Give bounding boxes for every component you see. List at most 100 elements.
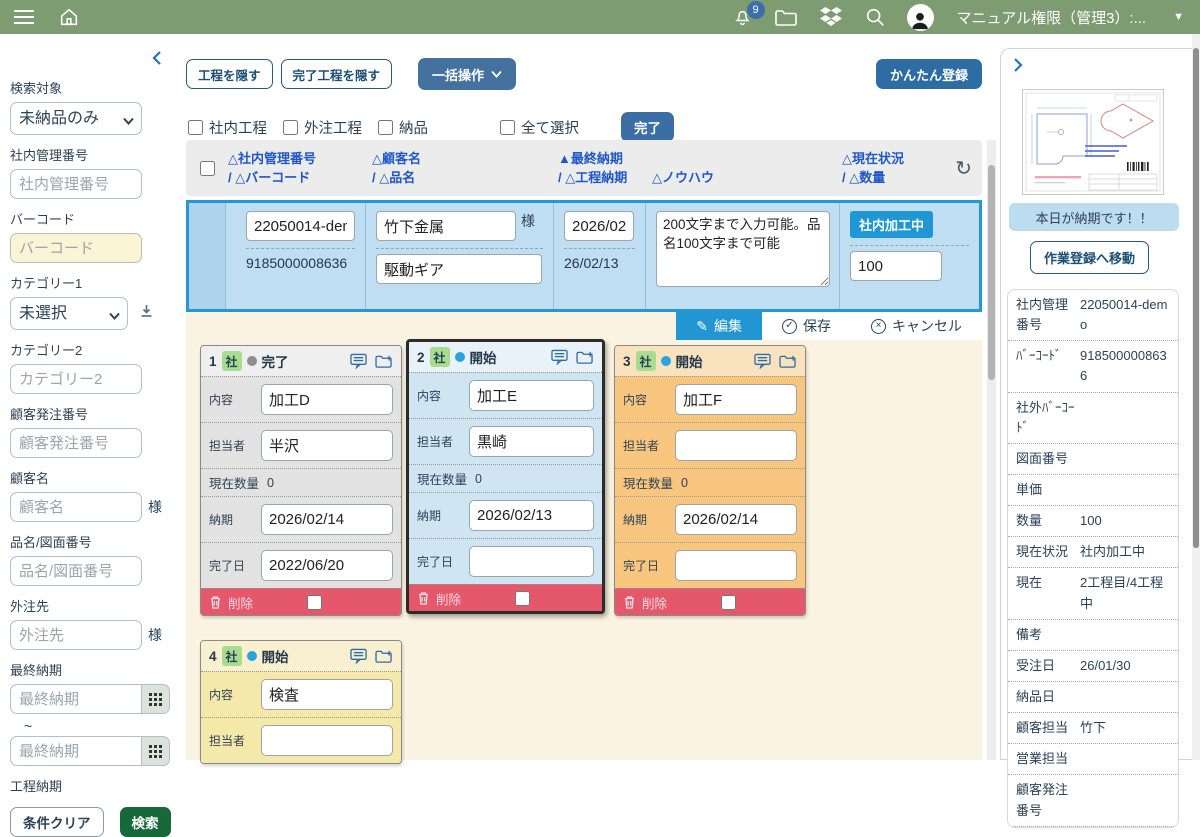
- barcode-input[interactable]: [10, 233, 142, 263]
- category1-select[interactable]: 未選択: [10, 297, 128, 330]
- add-folder-icon[interactable]: [779, 354, 797, 369]
- external-process-checkbox[interactable]: [283, 119, 298, 135]
- final-due-to-input[interactable]: [10, 736, 142, 766]
- hide-completed-process-button[interactable]: 完了工程を隠す: [280, 59, 393, 89]
- customer-order-no-label: 顧客発注番号: [10, 407, 89, 422]
- check-circle-icon: ✓: [782, 318, 797, 334]
- expand-panel-icon[interactable]: [1011, 57, 1025, 78]
- due-input[interactable]: [675, 504, 797, 535]
- trash-icon[interactable]: [623, 595, 636, 609]
- subcontractor-input[interactable]: [10, 620, 142, 650]
- calendar-picker-icon[interactable]: [142, 684, 170, 714]
- move-to-work-register-button[interactable]: 作業登録へ移動: [1030, 241, 1150, 274]
- comment-icon[interactable]: [754, 353, 771, 369]
- internal-no-input[interactable]: [10, 169, 142, 199]
- process-card-4[interactable]: 4 社 開始 内容 担当者: [200, 640, 402, 764]
- calendar-picker-icon[interactable]: [142, 736, 170, 766]
- notifications-bell-icon[interactable]: 9: [732, 1, 765, 28]
- add-folder-icon[interactable]: [576, 350, 594, 365]
- bulk-action-button[interactable]: 一括操作: [418, 58, 517, 90]
- column-final-due[interactable]: ▲最終納期 / △工程納期: [558, 149, 652, 188]
- quantity-value-input[interactable]: [850, 251, 942, 281]
- item-value-input[interactable]: [376, 254, 542, 284]
- staff-input[interactable]: [469, 426, 594, 457]
- process-card-2[interactable]: 2 社 開始 内容 担当者 現在数量 0 納期 完了日 削除: [406, 339, 605, 614]
- main-scrollbar-thumb[interactable]: [988, 165, 995, 380]
- customer-name-input[interactable]: [10, 492, 142, 522]
- checkbox-delivery[interactable]: 納品: [378, 117, 428, 138]
- content-input[interactable]: [261, 679, 393, 710]
- process-card-3[interactable]: 3 社 開始 内容 担当者 現在数量 0 納期 完了日 削除: [614, 345, 806, 616]
- window-scrollbar-thumb[interactable]: [1193, 48, 1199, 548]
- delivery-checkbox[interactable]: [378, 119, 393, 135]
- user-avatar[interactable]: [906, 3, 934, 31]
- comment-icon[interactable]: [350, 648, 367, 664]
- add-folder-icon[interactable]: [375, 649, 393, 664]
- search-icon[interactable]: [864, 6, 886, 28]
- content-input[interactable]: [469, 380, 594, 411]
- knowhow-textarea[interactable]: 200文字まで入力可能。品名100文字まで可能: [656, 211, 830, 287]
- category-expand-icon[interactable]: [140, 304, 153, 323]
- customer-order-no-input[interactable]: [10, 428, 142, 458]
- search-button[interactable]: 検索: [119, 807, 171, 837]
- delete-checkbox[interactable]: [515, 590, 531, 606]
- search-target-select[interactable]: 未納品のみ: [10, 102, 142, 135]
- detail-row: 社内管理番号 22050014-demo: [1008, 290, 1178, 342]
- checkbox-internal-process[interactable]: 社内工程: [188, 117, 267, 138]
- comment-icon[interactable]: [551, 349, 568, 365]
- done-input[interactable]: [261, 550, 393, 581]
- easy-register-button[interactable]: かんたん登録: [875, 59, 982, 89]
- staff-input[interactable]: [261, 430, 393, 461]
- column-internal-no-barcode[interactable]: △社内管理番号 / △バーコード: [228, 149, 372, 188]
- staff-input[interactable]: [261, 725, 393, 756]
- done-input[interactable]: [675, 550, 797, 581]
- due-input[interactable]: [261, 504, 393, 535]
- column-customer-item[interactable]: △顧客名 / △品名: [372, 149, 558, 188]
- hamburger-menu-icon[interactable]: [12, 7, 36, 27]
- home-icon[interactable]: [58, 6, 80, 28]
- process-card-1[interactable]: 1 社 完了 内容 担当者 現在数量 0 納期 完了日 削除: [200, 345, 402, 616]
- final-due-value-input[interactable]: [564, 211, 634, 241]
- column-status-qty[interactable]: △現在状況 / △数量: [842, 149, 954, 188]
- detail-value: 9185000008636: [1080, 348, 1167, 384]
- content-input[interactable]: [261, 384, 393, 415]
- folder-icon[interactable]: [774, 7, 798, 27]
- content-input[interactable]: [675, 384, 797, 415]
- collapse-sidebar-icon[interactable]: [150, 50, 164, 71]
- clear-conditions-button[interactable]: 条件クリア: [10, 807, 104, 837]
- detail-row: 図面番号: [1008, 444, 1178, 475]
- refresh-icon[interactable]: ↻: [955, 156, 982, 181]
- trash-icon[interactable]: [417, 591, 430, 605]
- checkbox-external-process[interactable]: 外注工程: [283, 117, 362, 138]
- complete-button[interactable]: 完了: [621, 112, 674, 142]
- account-menu-label[interactable]: マニュアル権限（管理3）:...: [957, 7, 1147, 28]
- delete-checkbox[interactable]: [721, 594, 737, 610]
- detail-row: 社外ﾊﾞｰｺｰﾄﾞ: [1008, 393, 1178, 444]
- edit-mode-button[interactable]: ✎ 編集: [676, 312, 762, 340]
- add-folder-icon[interactable]: [375, 354, 393, 369]
- done-input[interactable]: [469, 546, 594, 577]
- due-input[interactable]: [469, 500, 594, 531]
- header-select-checkbox[interactable]: [199, 160, 215, 176]
- dropbox-icon[interactable]: [819, 6, 843, 28]
- internal-process-checkbox[interactable]: [188, 119, 203, 135]
- staff-input[interactable]: [675, 430, 797, 461]
- cancel-button[interactable]: × キャンセル: [851, 312, 982, 340]
- chevron-down-icon[interactable]: ▼: [1173, 11, 1184, 23]
- customer-value-input[interactable]: [376, 211, 516, 241]
- trash-icon[interactable]: [209, 595, 222, 609]
- item-name-input[interactable]: [10, 556, 142, 586]
- final-due-from-input[interactable]: [10, 684, 142, 714]
- comment-icon[interactable]: [350, 353, 367, 369]
- table-row[interactable]: 9185000008636 様 26/02/13 200文字まで入力可能。品名1…: [186, 200, 982, 312]
- column-knowhow[interactable]: △ノウハウ: [652, 148, 842, 188]
- delete-checkbox[interactable]: [307, 594, 323, 610]
- category2-input[interactable]: [10, 364, 142, 394]
- hide-process-button[interactable]: 工程を隠す: [186, 59, 273, 89]
- checkbox-select-all[interactable]: 全て選択: [500, 117, 579, 138]
- select-all-checkbox[interactable]: [500, 119, 515, 135]
- save-button[interactable]: ✓ 保存: [762, 312, 851, 340]
- drawing-thumbnail[interactable]: [1022, 89, 1164, 195]
- internal-no-value-input[interactable]: [246, 211, 355, 241]
- detail-row: 顧客担当 竹下: [1008, 713, 1178, 745]
